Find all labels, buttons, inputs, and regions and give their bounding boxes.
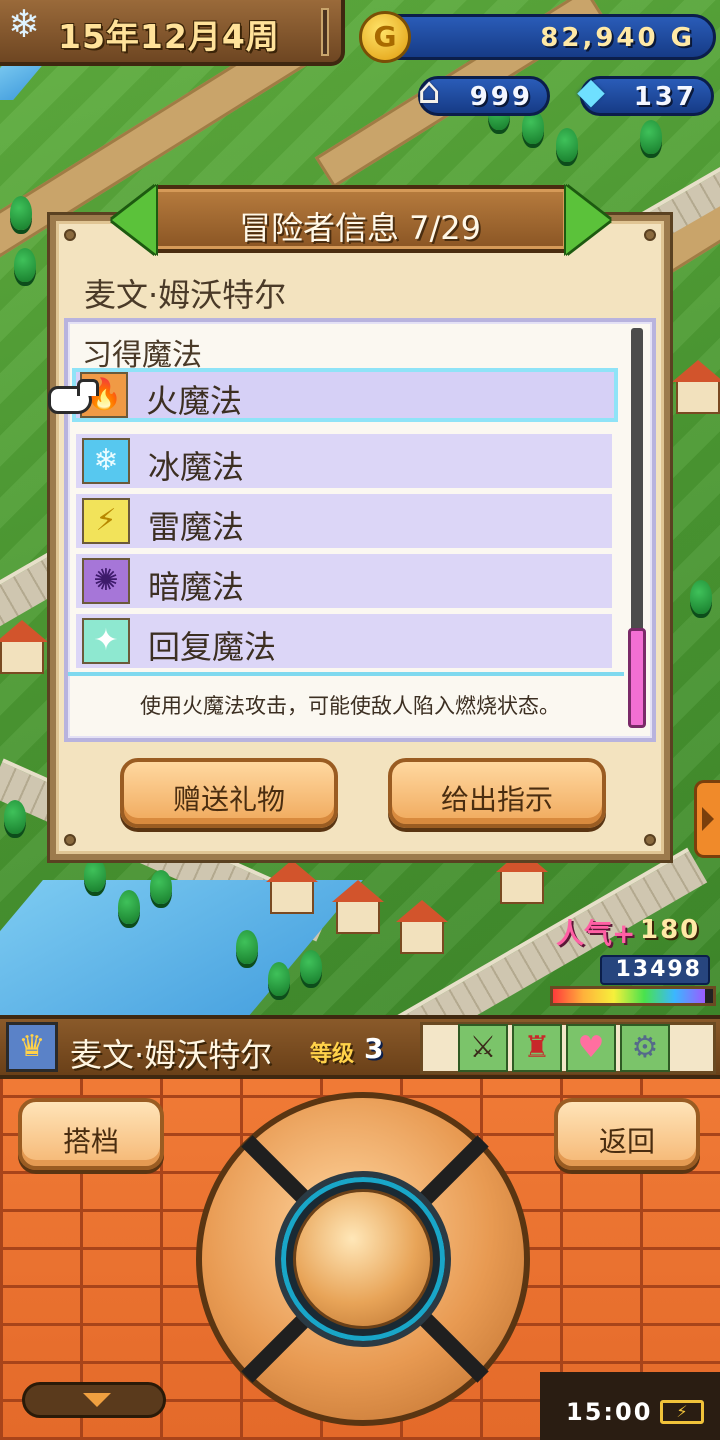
level-label: 等级	[310, 1042, 355, 1067]
partner-label: 搭档	[62, 1125, 119, 1158]
tree	[690, 580, 712, 614]
popularity-value: 180	[640, 915, 701, 945]
magic-row-fire[interactable]: 🔥 火魔法	[72, 368, 618, 422]
house-icon: ⌂	[417, 71, 441, 112]
confirm-center-button[interactable]	[293, 1189, 433, 1329]
magic-row-ice[interactable]: ❄ 冰魔法	[76, 434, 612, 488]
river	[0, 60, 47, 100]
rivet	[64, 834, 76, 846]
snowflake-icon: ❄	[8, 2, 40, 46]
rivet	[64, 229, 76, 241]
heal-icon: ✦	[82, 618, 130, 664]
tree	[14, 248, 36, 282]
house	[266, 860, 318, 914]
popularity-gauge	[550, 986, 716, 1006]
date-display: ❄ 15年12月4周	[0, 0, 345, 66]
ice-icon: ❄	[82, 438, 130, 484]
tree	[84, 858, 106, 892]
tree	[300, 950, 322, 984]
tree	[10, 196, 32, 230]
previous-adventurer-arrow-icon[interactable]	[112, 186, 156, 254]
magic-row-heal[interactable]: ✦ 回复魔法	[76, 614, 612, 668]
tree	[236, 930, 258, 964]
house	[672, 360, 720, 414]
dialog-title-banner: 冒险者信息 7/29	[150, 185, 570, 253]
tree	[268, 962, 290, 996]
gold-amount: 82,940 G	[540, 23, 695, 53]
house	[332, 880, 384, 934]
tree	[640, 120, 662, 154]
tree	[4, 800, 26, 834]
house	[0, 620, 48, 674]
tree	[118, 890, 140, 924]
bracer-icon[interactable]: ⚙	[620, 1024, 670, 1072]
battery-icon: ⚡	[660, 1400, 704, 1424]
scrollbar-thumb[interactable]	[628, 628, 646, 728]
dialog-title: 冒险者信息 7/29	[238, 209, 482, 247]
give-instruction-label: 给出指示	[440, 783, 553, 816]
crystal-count: 137	[633, 82, 697, 112]
crystal-icon: ◆	[577, 71, 605, 112]
house	[496, 850, 548, 904]
house-count: 999	[469, 82, 533, 112]
heart-icon[interactable]: ♥	[566, 1024, 616, 1072]
dark-icon: ✺	[82, 558, 130, 604]
back-button[interactable]: 返回	[554, 1098, 700, 1170]
next-adventurer-arrow-icon[interactable]	[566, 186, 610, 254]
rivet	[644, 229, 656, 241]
tree	[556, 128, 578, 162]
crystal-count-display: ◆ 137	[577, 71, 714, 116]
sword-icon[interactable]: ⚔	[458, 1024, 508, 1072]
popularity-score: 13498	[600, 955, 710, 985]
adventurer-name: 麦文·姆沃特尔	[84, 276, 287, 314]
magic-row-thunder[interactable]: ⚡ 雷魔法	[76, 494, 612, 548]
magic-description: 使用火魔法攻击，可能使敌人陷入燃烧状态。	[140, 694, 560, 718]
give-gift-label: 赠送礼物	[172, 783, 285, 816]
thunder-icon: ⚡	[82, 498, 130, 544]
side-panel-tab[interactable]	[694, 780, 720, 858]
armor-icon[interactable]: ♜	[512, 1024, 562, 1072]
description-divider	[68, 672, 624, 676]
magic-name: 暗魔法	[148, 568, 245, 606]
level-value: 3	[364, 1032, 384, 1065]
hand-pointer-icon	[48, 379, 99, 414]
house	[396, 900, 448, 954]
house-count-display: ⌂ 999	[418, 71, 550, 116]
menu-toggle-button[interactable]	[22, 1382, 166, 1418]
give-gift-button[interactable]: 赠送礼物	[120, 758, 338, 828]
popularity-gauge-fill	[553, 989, 705, 1003]
character-avatar[interactable]: ♛	[6, 1022, 58, 1072]
rivet	[644, 834, 656, 846]
clock: 15:00	[566, 1398, 653, 1426]
magic-row-dark[interactable]: ✺ 暗魔法	[76, 554, 612, 608]
magic-name: 火魔法	[146, 382, 243, 420]
magic-name: 冰魔法	[148, 448, 245, 486]
character-name: 麦文·姆沃特尔	[70, 1036, 273, 1074]
date-text: 15年12月4周	[58, 17, 280, 56]
magic-name: 雷魔法	[148, 508, 245, 546]
date-progress-bar	[321, 8, 329, 56]
magic-name: 回复魔法	[148, 628, 277, 666]
partner-button[interactable]: 搭档	[18, 1098, 164, 1170]
back-label: 返回	[598, 1125, 655, 1158]
tree	[150, 870, 172, 904]
popularity-label: 人气+	[556, 917, 636, 950]
gold-coin-icon: G	[359, 11, 411, 63]
gold-display: G 82,940 G	[359, 11, 716, 63]
give-instruction-button[interactable]: 给出指示	[388, 758, 606, 828]
